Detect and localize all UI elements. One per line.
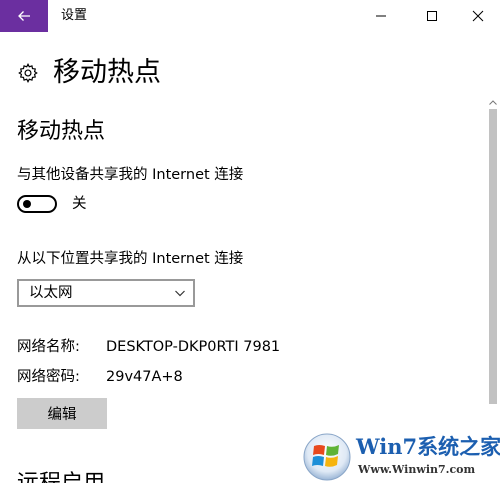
edit-button[interactable]: 编辑 xyxy=(17,398,107,429)
network-password-label: 网络密码: xyxy=(17,369,80,385)
section-title-hotspot: 移动热点 xyxy=(17,119,106,144)
close-button[interactable] xyxy=(455,0,500,32)
share-from-label: 从以下位置共享我的 Internet 连接 xyxy=(17,251,244,267)
section-title-remote: 远程启用 xyxy=(17,469,105,483)
vertical-scrollbar[interactable] xyxy=(486,96,500,483)
maximize-button[interactable] xyxy=(409,0,455,32)
watermark: Win7系统之家 Www.Winwin7.com xyxy=(302,432,500,483)
gear-icon xyxy=(18,62,38,84)
hotspot-toggle-row: 关 xyxy=(17,194,87,214)
network-name-value: DESKTOP-DKP0RTI 7981 xyxy=(106,339,281,355)
scrollbar-thumb[interactable] xyxy=(489,109,497,404)
settings-window: 设置 移动热点 移动热点 与其他设备共享我的 Internet 连接 关 从以下… xyxy=(0,0,500,483)
back-button[interactable] xyxy=(0,0,48,32)
minimize-button[interactable] xyxy=(358,0,404,32)
share-connection-label: 与其他设备共享我的 Internet 连接 xyxy=(17,167,244,183)
close-icon xyxy=(472,10,484,22)
chevron-down-icon xyxy=(175,290,185,297)
page-header: 移动热点 xyxy=(17,55,161,91)
watermark-url: Www.Winwin7.com xyxy=(358,463,476,476)
windows-logo-icon xyxy=(303,433,351,481)
maximize-icon xyxy=(427,11,437,21)
scroll-up-arrow-icon xyxy=(489,99,497,105)
network-name-label: 网络名称: xyxy=(17,339,80,355)
toggle-knob xyxy=(23,200,31,208)
scroll-up-button[interactable] xyxy=(486,96,500,108)
connection-source-dropdown[interactable]: 以太网 xyxy=(17,279,195,307)
minimize-icon xyxy=(376,15,386,17)
network-password-value: 29v47A+8 xyxy=(106,369,183,385)
page-title: 移动热点 xyxy=(53,57,161,88)
arrow-left-icon xyxy=(18,11,30,21)
toggle-state-label: 关 xyxy=(72,196,87,212)
title-bar: 设置 xyxy=(0,0,500,32)
hotspot-toggle[interactable] xyxy=(17,195,57,213)
window-title: 设置 xyxy=(61,8,88,23)
dropdown-selected-value: 以太网 xyxy=(29,285,73,301)
watermark-brand: Win7系统之家 xyxy=(356,434,500,459)
